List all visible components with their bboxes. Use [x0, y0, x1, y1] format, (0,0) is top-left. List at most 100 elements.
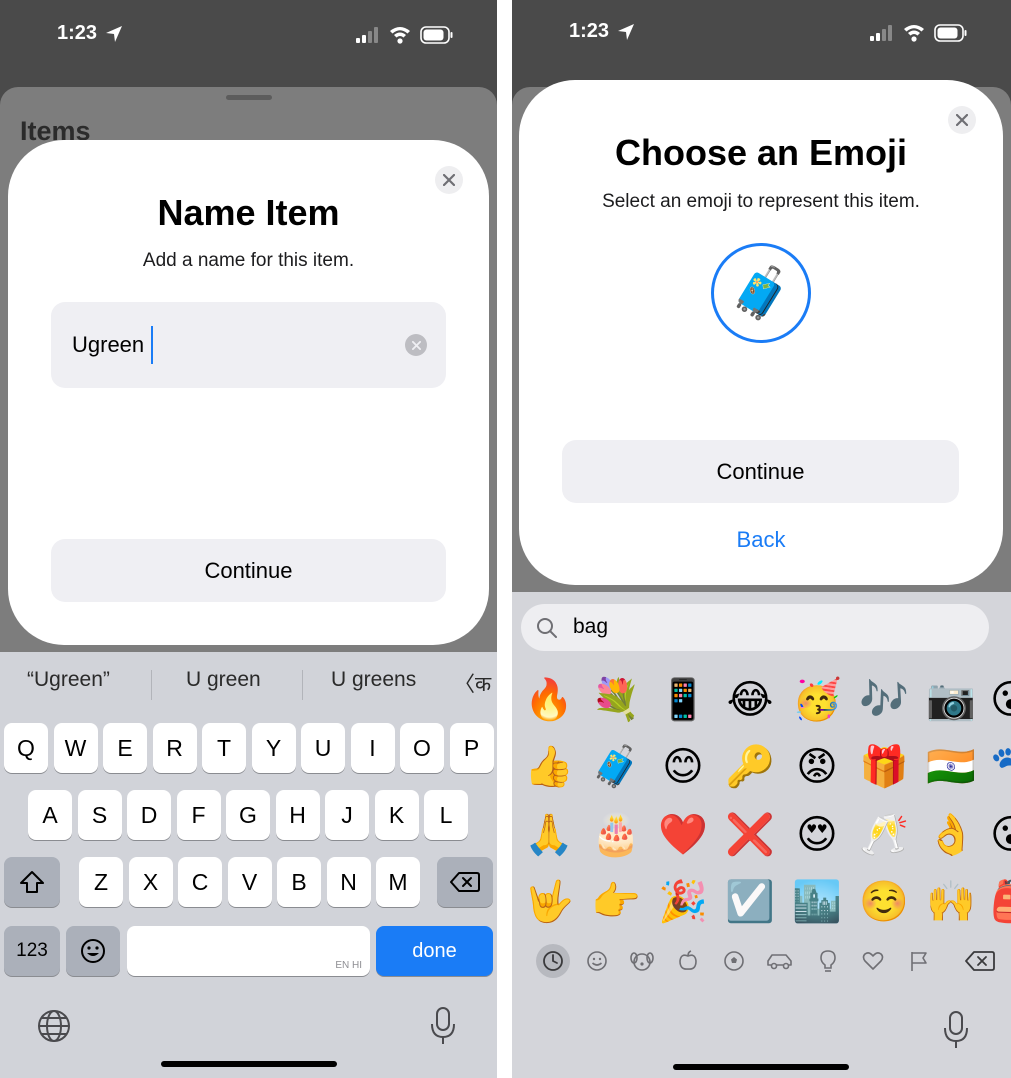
- emoji-option[interactable]: 🥂: [856, 807, 912, 863]
- key-s[interactable]: S: [77, 790, 122, 840]
- key-z[interactable]: Z: [79, 857, 123, 907]
- emoji-option[interactable]: ☑️: [722, 874, 778, 930]
- clear-text-button[interactable]: [405, 334, 427, 356]
- dialog-subtitle: Add a name for this item.: [142, 250, 355, 271]
- emoji-option[interactable]: ❤️: [655, 807, 711, 863]
- flag-icon[interactable]: [906, 948, 932, 974]
- key-m[interactable]: M: [376, 857, 420, 907]
- emoji-option[interactable]: 🔑: [722, 739, 778, 795]
- key-i[interactable]: I: [350, 723, 395, 773]
- key-w[interactable]: W: [53, 723, 98, 773]
- key-g[interactable]: G: [226, 790, 270, 840]
- emoji-option[interactable]: 🎁: [856, 739, 912, 795]
- food-icon[interactable]: [675, 948, 701, 974]
- emoji-option[interactable]: 🙌: [923, 874, 979, 930]
- sports-icon[interactable]: [721, 948, 747, 974]
- emoji-option[interactable]: 🥳: [789, 672, 845, 728]
- key-d[interactable]: D: [127, 790, 171, 840]
- selected-emoji-circle[interactable]: 🧳: [711, 243, 811, 343]
- continue-button[interactable]: Continue: [51, 539, 446, 602]
- emoji-option[interactable]: 🎶: [856, 672, 912, 728]
- close-button[interactable]: [948, 106, 976, 134]
- emoji-option[interactable]: 🧳: [588, 739, 644, 795]
- car-icon[interactable]: [765, 948, 795, 974]
- key-t[interactable]: T: [202, 723, 246, 773]
- key-q[interactable]: Q: [4, 723, 48, 773]
- key-e[interactable]: E: [103, 723, 147, 773]
- key-a[interactable]: A: [28, 790, 72, 840]
- emoji-option[interactable]: 🎒: [990, 874, 1011, 930]
- emoji-option[interactable]: 🏙️: [789, 874, 845, 930]
- key-f[interactable]: F: [176, 790, 221, 840]
- emoji-option[interactable]: 😡: [789, 739, 845, 795]
- dialog-subtitle: Select an emoji to represent this item.: [602, 191, 920, 212]
- emoji-option[interactable]: 👍: [521, 739, 577, 795]
- key-o[interactable]: O: [400, 723, 444, 773]
- key-j[interactable]: J: [325, 790, 369, 840]
- back-button[interactable]: Back: [519, 527, 1003, 553]
- microphone-icon[interactable]: [430, 1006, 456, 1046]
- emoji-option[interactable]: 😮: [990, 672, 1011, 728]
- emoji-option[interactable]: 📱: [655, 672, 711, 728]
- emoji-option[interactable]: 🤟: [521, 874, 577, 930]
- emoji-option[interactable]: 🎉: [655, 874, 711, 930]
- smiley-icon[interactable]: [584, 948, 610, 974]
- emoji-option[interactable]: 👌: [923, 807, 979, 863]
- emoji-option[interactable]: 😮: [990, 807, 1011, 863]
- continue-button[interactable]: Continue: [562, 440, 959, 503]
- animal-icon[interactable]: [629, 948, 655, 974]
- key-b[interactable]: B: [277, 857, 321, 907]
- close-button[interactable]: [435, 166, 463, 194]
- item-name-field[interactable]: Ugreen: [51, 302, 446, 388]
- name-item-dialog: Name Item Add a name for this item. Ugre…: [8, 140, 489, 645]
- space-key[interactable]: EN HI: [127, 926, 370, 976]
- key-c[interactable]: C: [178, 857, 222, 907]
- key-u[interactable]: U: [301, 723, 345, 773]
- search-icon: [537, 618, 557, 638]
- suggestion-divider: [302, 670, 303, 700]
- key-x[interactable]: X: [128, 857, 173, 907]
- emoji-option[interactable]: 📷: [923, 672, 979, 728]
- key-n[interactable]: N: [326, 857, 371, 907]
- recent-icon[interactable]: [536, 944, 570, 978]
- text-keyboard: “Ugreen” U green U greens 〈क QWERTYUIOP …: [0, 652, 497, 1078]
- emoji-option[interactable]: 👉: [588, 874, 644, 930]
- key-l[interactable]: L: [424, 790, 468, 840]
- delete-icon[interactable]: [964, 948, 996, 974]
- emoji-option[interactable]: 🙏: [521, 807, 577, 863]
- suggestion-3[interactable]: U greens: [331, 668, 416, 692]
- emoji-option[interactable]: 🎂: [588, 807, 644, 863]
- shift-icon: [20, 871, 44, 893]
- suggestion-language[interactable]: 〈क: [454, 668, 491, 698]
- emoji-option[interactable]: 😍: [789, 807, 845, 863]
- key-y[interactable]: Y: [251, 723, 296, 773]
- key-v[interactable]: V: [227, 857, 272, 907]
- suggestion-1[interactable]: “Ugreen”: [27, 668, 110, 692]
- key-h[interactable]: H: [275, 790, 320, 840]
- phone-right-screen: 1:23 Choose an Emoji Select an emoji to …: [512, 0, 1011, 1078]
- backspace-key[interactable]: [437, 857, 493, 907]
- shift-key[interactable]: [4, 857, 60, 907]
- heart-icon[interactable]: [860, 948, 886, 974]
- space-language-label: EN HI: [335, 960, 362, 971]
- emoji-search-field[interactable]: bag: [521, 604, 989, 651]
- emoji-key[interactable]: [66, 926, 120, 976]
- done-key[interactable]: done: [376, 926, 493, 976]
- emoji-option[interactable]: 😊: [655, 739, 711, 795]
- emoji-option[interactable]: 🇮🇳: [923, 739, 979, 795]
- bulb-icon[interactable]: [815, 948, 841, 974]
- emoji-option[interactable]: 😂: [722, 672, 778, 728]
- key-r[interactable]: R: [152, 723, 197, 773]
- microphone-icon[interactable]: [943, 1010, 969, 1050]
- emoji-option[interactable]: ☺️: [856, 874, 912, 930]
- key-k[interactable]: K: [374, 790, 419, 840]
- emoji-option[interactable]: 🔥: [521, 672, 577, 728]
- globe-icon[interactable]: [36, 1008, 72, 1044]
- emoji-option[interactable]: 🐾: [990, 739, 1011, 795]
- suggestion-2[interactable]: U green: [186, 668, 261, 692]
- emoji-option[interactable]: ❌: [722, 807, 778, 863]
- emoji-option[interactable]: 💐: [588, 672, 644, 728]
- numbers-key[interactable]: 123: [4, 926, 60, 976]
- sheet-grabber[interactable]: [226, 95, 272, 100]
- key-p[interactable]: P: [449, 723, 494, 773]
